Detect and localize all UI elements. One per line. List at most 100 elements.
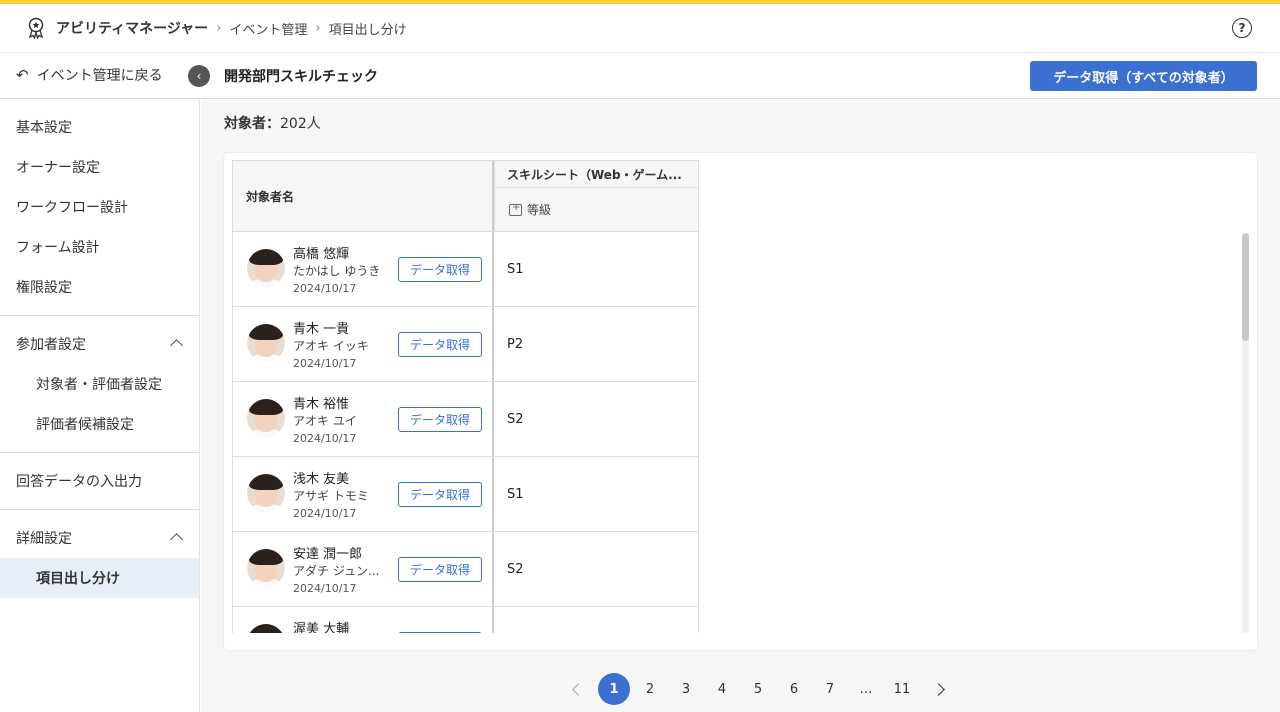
collapse-sidebar-button[interactable]: ‹	[188, 65, 210, 87]
column-header-name: 対象者名	[232, 160, 494, 232]
person-name: 青木 裕惟	[293, 397, 350, 412]
person-name: 安達 潤一郎	[293, 547, 363, 562]
vertical-scrollbar[interactable]	[1242, 233, 1249, 633]
sidebar-item-evaluator-candidates[interactable]: 評価者候補設定	[0, 404, 199, 444]
page-label: 6	[789, 681, 799, 697]
page-label: 3	[681, 681, 691, 697]
fetch-all-data-button[interactable]: データ取得（すべての対象者）	[1030, 61, 1257, 91]
avatar-hair	[249, 399, 283, 415]
previous-page-button[interactable]	[560, 673, 596, 705]
back-link-label: イベント管理に戻る	[36, 68, 163, 84]
sidebar-item-owner-settings[interactable]: オーナー設定	[0, 147, 199, 187]
page-label: 4	[717, 681, 727, 697]
grade-cell[interactable]: S1	[494, 232, 699, 307]
fetch-data-button[interactable]: データ取得	[398, 257, 482, 282]
person-kana: アオキ ユイ	[293, 414, 357, 428]
sidebar-item-workflow-design[interactable]: ワークフロー設計	[0, 187, 199, 227]
grade-cell[interactable]: P2	[494, 307, 699, 382]
name-cell: 浅木 友美 アサギ トモミ 2024/10/17 データ取得	[232, 457, 494, 532]
sidebar-item-target-evaluator[interactable]: 対象者・評価者設定	[0, 364, 199, 404]
next-page-button[interactable]	[920, 673, 956, 705]
column-header-grade-label: 等級	[527, 203, 552, 217]
sidebar-section-label: 参加者設定	[16, 337, 86, 353]
table-body: 高橋 悠輝 たかはし ゆうき 2024/10/17 データ取得 S1 青木 一貴…	[232, 232, 699, 633]
page-label: 11	[893, 681, 911, 697]
avatar-hair	[249, 474, 283, 490]
person-date: 2024/10/17	[293, 582, 357, 595]
chevron-up-icon	[170, 533, 183, 546]
fetch-data-button[interactable]: データ取得	[398, 482, 482, 507]
table-row: 渥美 大輔	[232, 607, 699, 633]
pagination: 1 2 3 4 5 6 7 … 11	[560, 673, 956, 705]
target-count-label: 対象者：	[224, 116, 280, 132]
back-to-events-link[interactable]: ↶ イベント管理に戻る	[16, 65, 163, 85]
name-cell: 渥美 大輔	[232, 607, 494, 633]
person-name: 青木 一貴	[293, 322, 350, 337]
grade-cell[interactable]: S2	[494, 382, 699, 457]
person-kana: アサギ トモミ	[293, 489, 369, 503]
avatar-hair	[249, 549, 283, 565]
grade-cell[interactable]: S2	[494, 532, 699, 607]
table-row: 青木 裕惟 アオキ ユイ 2024/10/17 データ取得 S2	[232, 382, 699, 457]
page-label: 1	[598, 673, 630, 705]
page-button[interactable]: 11	[884, 673, 920, 705]
sidebar: 基本設定 オーナー設定 ワークフロー設計 フォーム設計 権限設定 参加者設定 対…	[0, 99, 200, 712]
avatar	[247, 399, 285, 437]
table-row: 青木 一貴 アオキ イッキ 2024/10/17 データ取得 P2	[232, 307, 699, 382]
sidebar-section-label: 詳細設定	[16, 531, 72, 547]
scrollbar-thumb[interactable]	[1242, 233, 1249, 341]
breadcrumb-event-management[interactable]: イベント管理	[229, 19, 307, 38]
fetch-data-button[interactable]: データ取得	[398, 332, 482, 357]
page-button[interactable]: 2	[632, 673, 668, 705]
page-button[interactable]: 7	[812, 673, 848, 705]
avatar	[247, 324, 285, 362]
table-row: 浅木 友美 アサギ トモミ 2024/10/17 データ取得 S1	[232, 457, 699, 532]
page-button[interactable]: 6	[776, 673, 812, 705]
person-name: 浅木 友美	[293, 472, 350, 487]
sidebar-item-basic-settings[interactable]: 基本設定	[0, 107, 199, 147]
person-date: 2024/10/17	[293, 357, 357, 370]
table-row: 安達 潤一郎 アダチ ジュン... 2024/10/17 データ取得 S2	[232, 532, 699, 607]
table-row: 高橋 悠輝 たかはし ゆうき 2024/10/17 データ取得 S1	[232, 232, 699, 307]
sidebar-item-item-distribution[interactable]: 項目出し分け	[0, 558, 199, 598]
column-header-grade: 等級	[494, 187, 699, 232]
target-count: 対象者：202人	[224, 113, 321, 133]
app-title[interactable]: アビリティマネージャー	[56, 18, 208, 38]
page-button[interactable]: 3	[668, 673, 704, 705]
sidebar-divider	[0, 452, 199, 453]
chevron-up-icon	[170, 339, 183, 352]
grade-cell[interactable]	[494, 607, 699, 633]
name-cell: 青木 一貴 アオキ イッキ 2024/10/17 データ取得	[232, 307, 494, 382]
name-cell: 青木 裕惟 アオキ ユイ 2024/10/17 データ取得	[232, 382, 494, 457]
person-kana: アダチ ジュン...	[293, 564, 380, 578]
avatar	[247, 549, 285, 587]
sidebar-item-answer-io[interactable]: 回答データの入出力	[0, 461, 199, 501]
avatar-hair	[249, 324, 283, 340]
sub-toolbar: ↶ イベント管理に戻る ‹ 開発部門スキルチェック データ取得（すべての対象者）	[0, 53, 1280, 99]
person-date: 2024/10/17	[293, 282, 357, 295]
fetch-data-button[interactable]: データ取得	[398, 407, 482, 432]
person-name: 渥美 大輔	[293, 622, 350, 633]
page-button[interactable]: 4	[704, 673, 740, 705]
page-label: 5	[753, 681, 763, 697]
app-header: アビリティマネージャー › イベント管理 › 項目出し分け ?	[0, 4, 1280, 53]
help-icon[interactable]: ?	[1232, 18, 1252, 38]
grade-cell[interactable]: S1	[494, 457, 699, 532]
breadcrumb-current: 項目出し分け	[328, 22, 407, 38]
avatar	[247, 249, 285, 287]
person-date: 2024/10/17	[293, 507, 357, 520]
avatar	[247, 474, 285, 512]
sidebar-section-participants[interactable]: 参加者設定	[0, 324, 199, 364]
person-kana: たかはし ゆうき	[293, 264, 381, 278]
page-label: …	[859, 681, 873, 697]
sidebar-item-permission-settings[interactable]: 権限設定	[0, 267, 199, 307]
name-cell: 高橋 悠輝 たかはし ゆうき 2024/10/17 データ取得	[232, 232, 494, 307]
page-button[interactable]: 5	[740, 673, 776, 705]
fetch-data-button[interactable]	[398, 632, 482, 633]
fetch-data-button[interactable]: データ取得	[398, 557, 482, 582]
page-button[interactable]: 1	[596, 673, 632, 705]
sidebar-item-form-design[interactable]: フォーム設計	[0, 227, 199, 267]
sidebar-section-details[interactable]: 詳細設定	[0, 518, 199, 558]
page-label: 7	[825, 681, 835, 697]
sidebar-divider	[0, 509, 199, 510]
